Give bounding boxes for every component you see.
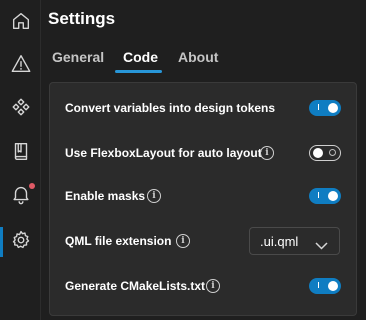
nav-settings-button[interactable] xyxy=(0,219,41,261)
nav-warnings-button[interactable] xyxy=(0,43,41,85)
nav-rail xyxy=(0,0,41,320)
settings-panel: Convert variables into design tokens Use… xyxy=(49,82,357,316)
tab-code[interactable]: Code xyxy=(123,49,158,65)
convert-variables-label: Convert variables into design tokens xyxy=(65,101,276,115)
active-tab-indicator xyxy=(115,70,162,73)
info-icon[interactable]: i xyxy=(147,189,161,203)
setting-row-generate-cmake: Generate CMakeLists.txt i xyxy=(50,263,356,309)
setting-row-enable-masks: Enable masks i xyxy=(50,173,356,219)
toggle-knob xyxy=(313,148,323,158)
info-icon[interactable]: i xyxy=(260,146,274,160)
generate-cmake-toggle[interactable] xyxy=(309,278,341,294)
toggle-knob xyxy=(328,281,338,291)
book-icon xyxy=(14,142,27,160)
toggle-knob xyxy=(328,103,338,113)
warning-icon xyxy=(11,55,30,73)
tab-general[interactable]: General xyxy=(52,49,104,65)
nav-notifications-button[interactable] xyxy=(0,173,41,215)
chevron-down-icon xyxy=(315,237,328,255)
nav-docs-button[interactable] xyxy=(0,130,41,172)
info-icon[interactable]: i xyxy=(206,279,220,293)
generate-cmake-label: Generate CMakeLists.txt xyxy=(65,279,206,293)
gear-icon xyxy=(12,230,29,249)
flexbox-layout-toggle[interactable] xyxy=(309,145,341,161)
nav-components-button[interactable] xyxy=(0,86,41,128)
home-icon xyxy=(12,12,29,30)
toggle-on-mark xyxy=(318,192,319,198)
toggle-knob xyxy=(328,191,338,201)
setting-row-flexbox-layout: Use FlexboxLayout for auto layout i xyxy=(50,130,356,176)
tab-about[interactable]: About xyxy=(178,49,218,65)
qml-extension-dropdown[interactable]: .ui.qml xyxy=(249,227,340,255)
flexbox-layout-label: Use FlexboxLayout for auto layout xyxy=(65,146,262,160)
info-icon[interactable]: i xyxy=(176,234,190,248)
toggle-off-mark xyxy=(329,149,336,156)
qml-extension-label: QML file extension xyxy=(65,234,172,248)
enable-masks-label: Enable masks xyxy=(65,189,146,203)
setting-row-qml-extension: QML file extension i .ui.qml xyxy=(50,218,356,264)
notification-badge xyxy=(29,183,35,189)
nav-home-button[interactable] xyxy=(0,0,41,42)
page-title: Settings xyxy=(48,9,116,28)
setting-row-convert-variables: Convert variables into design tokens xyxy=(50,85,356,131)
enable-masks-toggle[interactable] xyxy=(309,188,341,204)
qml-extension-value: .ui.qml xyxy=(260,233,299,249)
toggle-on-mark xyxy=(318,104,319,110)
convert-variables-toggle[interactable] xyxy=(309,100,341,116)
components-icon xyxy=(12,98,29,116)
toggle-on-mark xyxy=(318,282,319,288)
